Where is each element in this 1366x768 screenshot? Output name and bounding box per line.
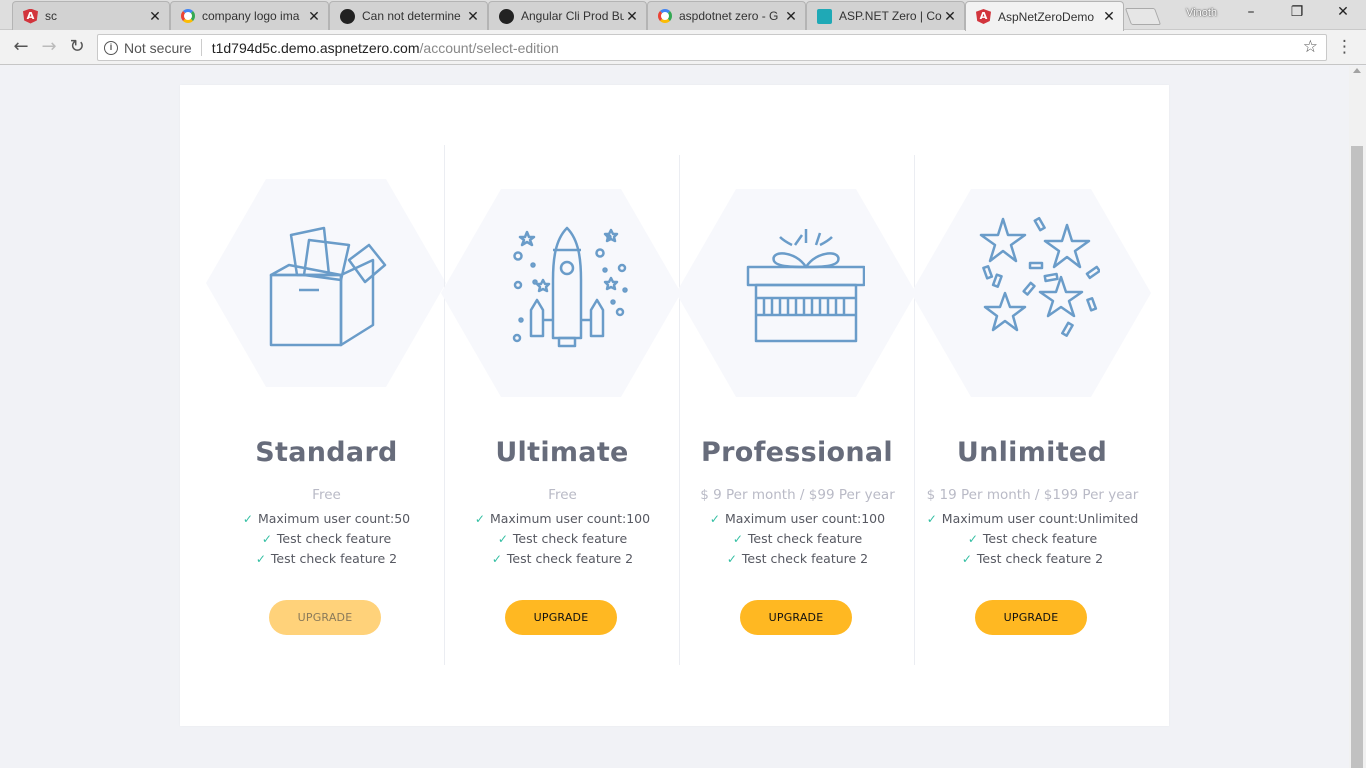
address-bar[interactable]: i Not secure t1d794d5c.demo.aspnetzero.c… xyxy=(97,34,1327,61)
toolbar: ← → ↻ i Not secure t1d794d5c.demo.aspnet… xyxy=(0,30,1366,65)
check-icon: ✓ xyxy=(967,532,978,546)
bookmark-star-icon[interactable]: ☆ xyxy=(1303,37,1318,57)
close-icon[interactable]: ✕ xyxy=(306,8,322,25)
edition-selection-card: Standard Free ✓ Maximum user count:50 ✓ Te… xyxy=(180,85,1169,726)
url-host[interactable]: t1d794d5c.demo.aspnetzero.com xyxy=(212,40,420,56)
open-box-icon xyxy=(269,226,387,347)
restore-icon[interactable]: ❐ xyxy=(1282,4,1312,24)
check-icon: ✓ xyxy=(726,552,737,566)
stars-confetti-icon xyxy=(979,216,1100,337)
tab-title: Can not determine xyxy=(362,9,461,23)
gift-icon xyxy=(746,229,865,343)
check-icon: ✓ xyxy=(242,512,253,526)
check-icon: ✓ xyxy=(491,552,502,566)
back-icon[interactable]: ← xyxy=(9,36,33,60)
close-icon[interactable]: ✕ xyxy=(624,8,640,25)
edition-ultimate: Ultimate Free ✓ Maximum user count:100 ✓ T… xyxy=(441,145,681,665)
feature-item: ✓ Test check feature xyxy=(497,531,628,546)
upgrade-button[interactable]: UPGRADE xyxy=(505,600,617,635)
feature-item: ✓ Test check feature 2 xyxy=(255,551,398,566)
minimize-icon[interactable]: – xyxy=(1236,4,1266,24)
window-close-icon[interactable]: ✕ xyxy=(1328,4,1358,24)
forward-icon[interactable]: → xyxy=(37,36,61,60)
feature-item: ✓ Maximum user count:100 xyxy=(474,511,651,526)
rocket-icon xyxy=(512,226,628,348)
check-icon: ✓ xyxy=(497,532,508,546)
tab-title: aspdotnet zero - G xyxy=(679,9,779,23)
edition-name: Unlimited xyxy=(956,437,1108,468)
upgrade-button[interactable]: UPGRADE xyxy=(975,600,1087,635)
check-icon: ✓ xyxy=(255,552,266,566)
browser-tab-active[interactable]: A AspNetZeroDemo ✕ xyxy=(965,1,1124,31)
tab-strip: A sc ✕ company logo ima ✕ Can not determ… xyxy=(0,0,1366,31)
feature-item: ✓ Test check feature 2 xyxy=(961,551,1104,566)
feature-list: ✓ Maximum user count:100 ✓ Test check feat… xyxy=(435,509,690,569)
check-icon: ✓ xyxy=(926,512,937,526)
edition-standard: Standard Free ✓ Maximum user count:50 ✓ Te… xyxy=(206,145,446,665)
edition-professional: Professional $ 9 Per month / $99 Per yea… xyxy=(676,155,916,665)
feature-item: ✓ Maximum user count:100 xyxy=(709,511,886,526)
browser-tab[interactable]: company logo ima ✕ xyxy=(170,1,329,30)
github-icon xyxy=(499,8,514,24)
close-icon[interactable]: ✕ xyxy=(465,8,481,25)
info-icon[interactable]: i xyxy=(104,40,118,55)
edition-name: Ultimate xyxy=(495,437,629,468)
security-label[interactable]: Not secure xyxy=(124,40,192,56)
scroll-up-arrow[interactable] xyxy=(1353,68,1361,73)
feature-item: ✓ Test check feature xyxy=(732,531,863,546)
divider xyxy=(200,39,202,56)
upgrade-button[interactable]: UPGRADE xyxy=(269,600,381,635)
edition-name: Professional xyxy=(701,437,893,468)
scrollbar[interactable] xyxy=(1349,66,1366,768)
feature-list: ✓ Maximum user count:100 ✓ Test check feat… xyxy=(670,509,925,569)
check-icon: ✓ xyxy=(709,512,720,526)
close-icon[interactable]: ✕ xyxy=(147,8,163,25)
feature-item: ✓ Test check feature xyxy=(261,531,392,546)
tab-title: ASP.NET Zero | Co xyxy=(839,9,942,23)
feature-item: ✓ Maximum user count:50 xyxy=(242,511,411,526)
google-icon xyxy=(181,9,195,23)
browser-tab[interactable]: ASP.NET Zero | Co ✕ xyxy=(806,1,965,30)
feature-item: ✓ Test check feature 2 xyxy=(491,551,634,566)
check-icon: ✓ xyxy=(961,552,972,566)
reload-icon[interactable]: ↻ xyxy=(65,36,89,60)
browser-tab[interactable]: A sc ✕ xyxy=(12,1,170,30)
github-icon xyxy=(340,8,355,24)
edition-unlimited: Unlimited $ 19 Per month / $199 Per year… xyxy=(911,155,1151,665)
browser-tab[interactable]: Angular Cli Prod Bu ✕ xyxy=(488,1,647,30)
tab-title: sc xyxy=(45,9,57,23)
check-icon: ✓ xyxy=(261,532,272,546)
close-icon[interactable]: ✕ xyxy=(783,8,799,25)
google-icon xyxy=(658,9,672,23)
browser-tab[interactable]: aspdotnet zero - G ✕ xyxy=(647,1,806,30)
tab-title: AspNetZeroDemo xyxy=(998,9,1095,24)
upgrade-button[interactable]: UPGRADE xyxy=(740,600,852,635)
check-icon: ✓ xyxy=(474,512,485,526)
edition-price: Free xyxy=(548,487,577,503)
aspnetzero-icon xyxy=(817,8,832,24)
profile-name[interactable]: Vinoth xyxy=(1186,7,1217,19)
feature-list: ✓ Maximum user count:Unlimited ✓ Test chec… xyxy=(905,509,1160,569)
menu-icon[interactable]: ⋮ xyxy=(1336,37,1353,57)
angular-icon: A xyxy=(976,9,991,24)
edition-price: Free xyxy=(312,487,341,503)
feature-item: ✓ Test check feature xyxy=(967,531,1098,546)
close-icon[interactable]: ✕ xyxy=(942,8,958,25)
edition-price: $ 19 Per month / $199 Per year xyxy=(926,487,1139,503)
feature-item: ✓ Maximum user count:Unlimited xyxy=(926,511,1139,526)
browser-tab[interactable]: Can not determine ✕ xyxy=(329,1,488,30)
new-tab-button[interactable] xyxy=(1124,8,1162,25)
close-icon[interactable]: ✕ xyxy=(1101,8,1117,25)
tab-title: company logo ima xyxy=(202,9,300,23)
tab-title: Angular Cli Prod Bu xyxy=(521,9,624,23)
check-icon: ✓ xyxy=(732,532,743,546)
feature-item: ✓ Test check feature 2 xyxy=(726,551,869,566)
angular-icon: A xyxy=(23,8,38,24)
feature-list: ✓ Maximum user count:50 ✓ Test check featu… xyxy=(199,509,454,569)
scroll-thumb[interactable] xyxy=(1351,146,1363,768)
edition-price: $ 9 Per month / $99 Per year xyxy=(700,487,895,503)
edition-name: Standard xyxy=(255,437,398,468)
url-path[interactable]: /account/select-edition xyxy=(420,40,559,56)
